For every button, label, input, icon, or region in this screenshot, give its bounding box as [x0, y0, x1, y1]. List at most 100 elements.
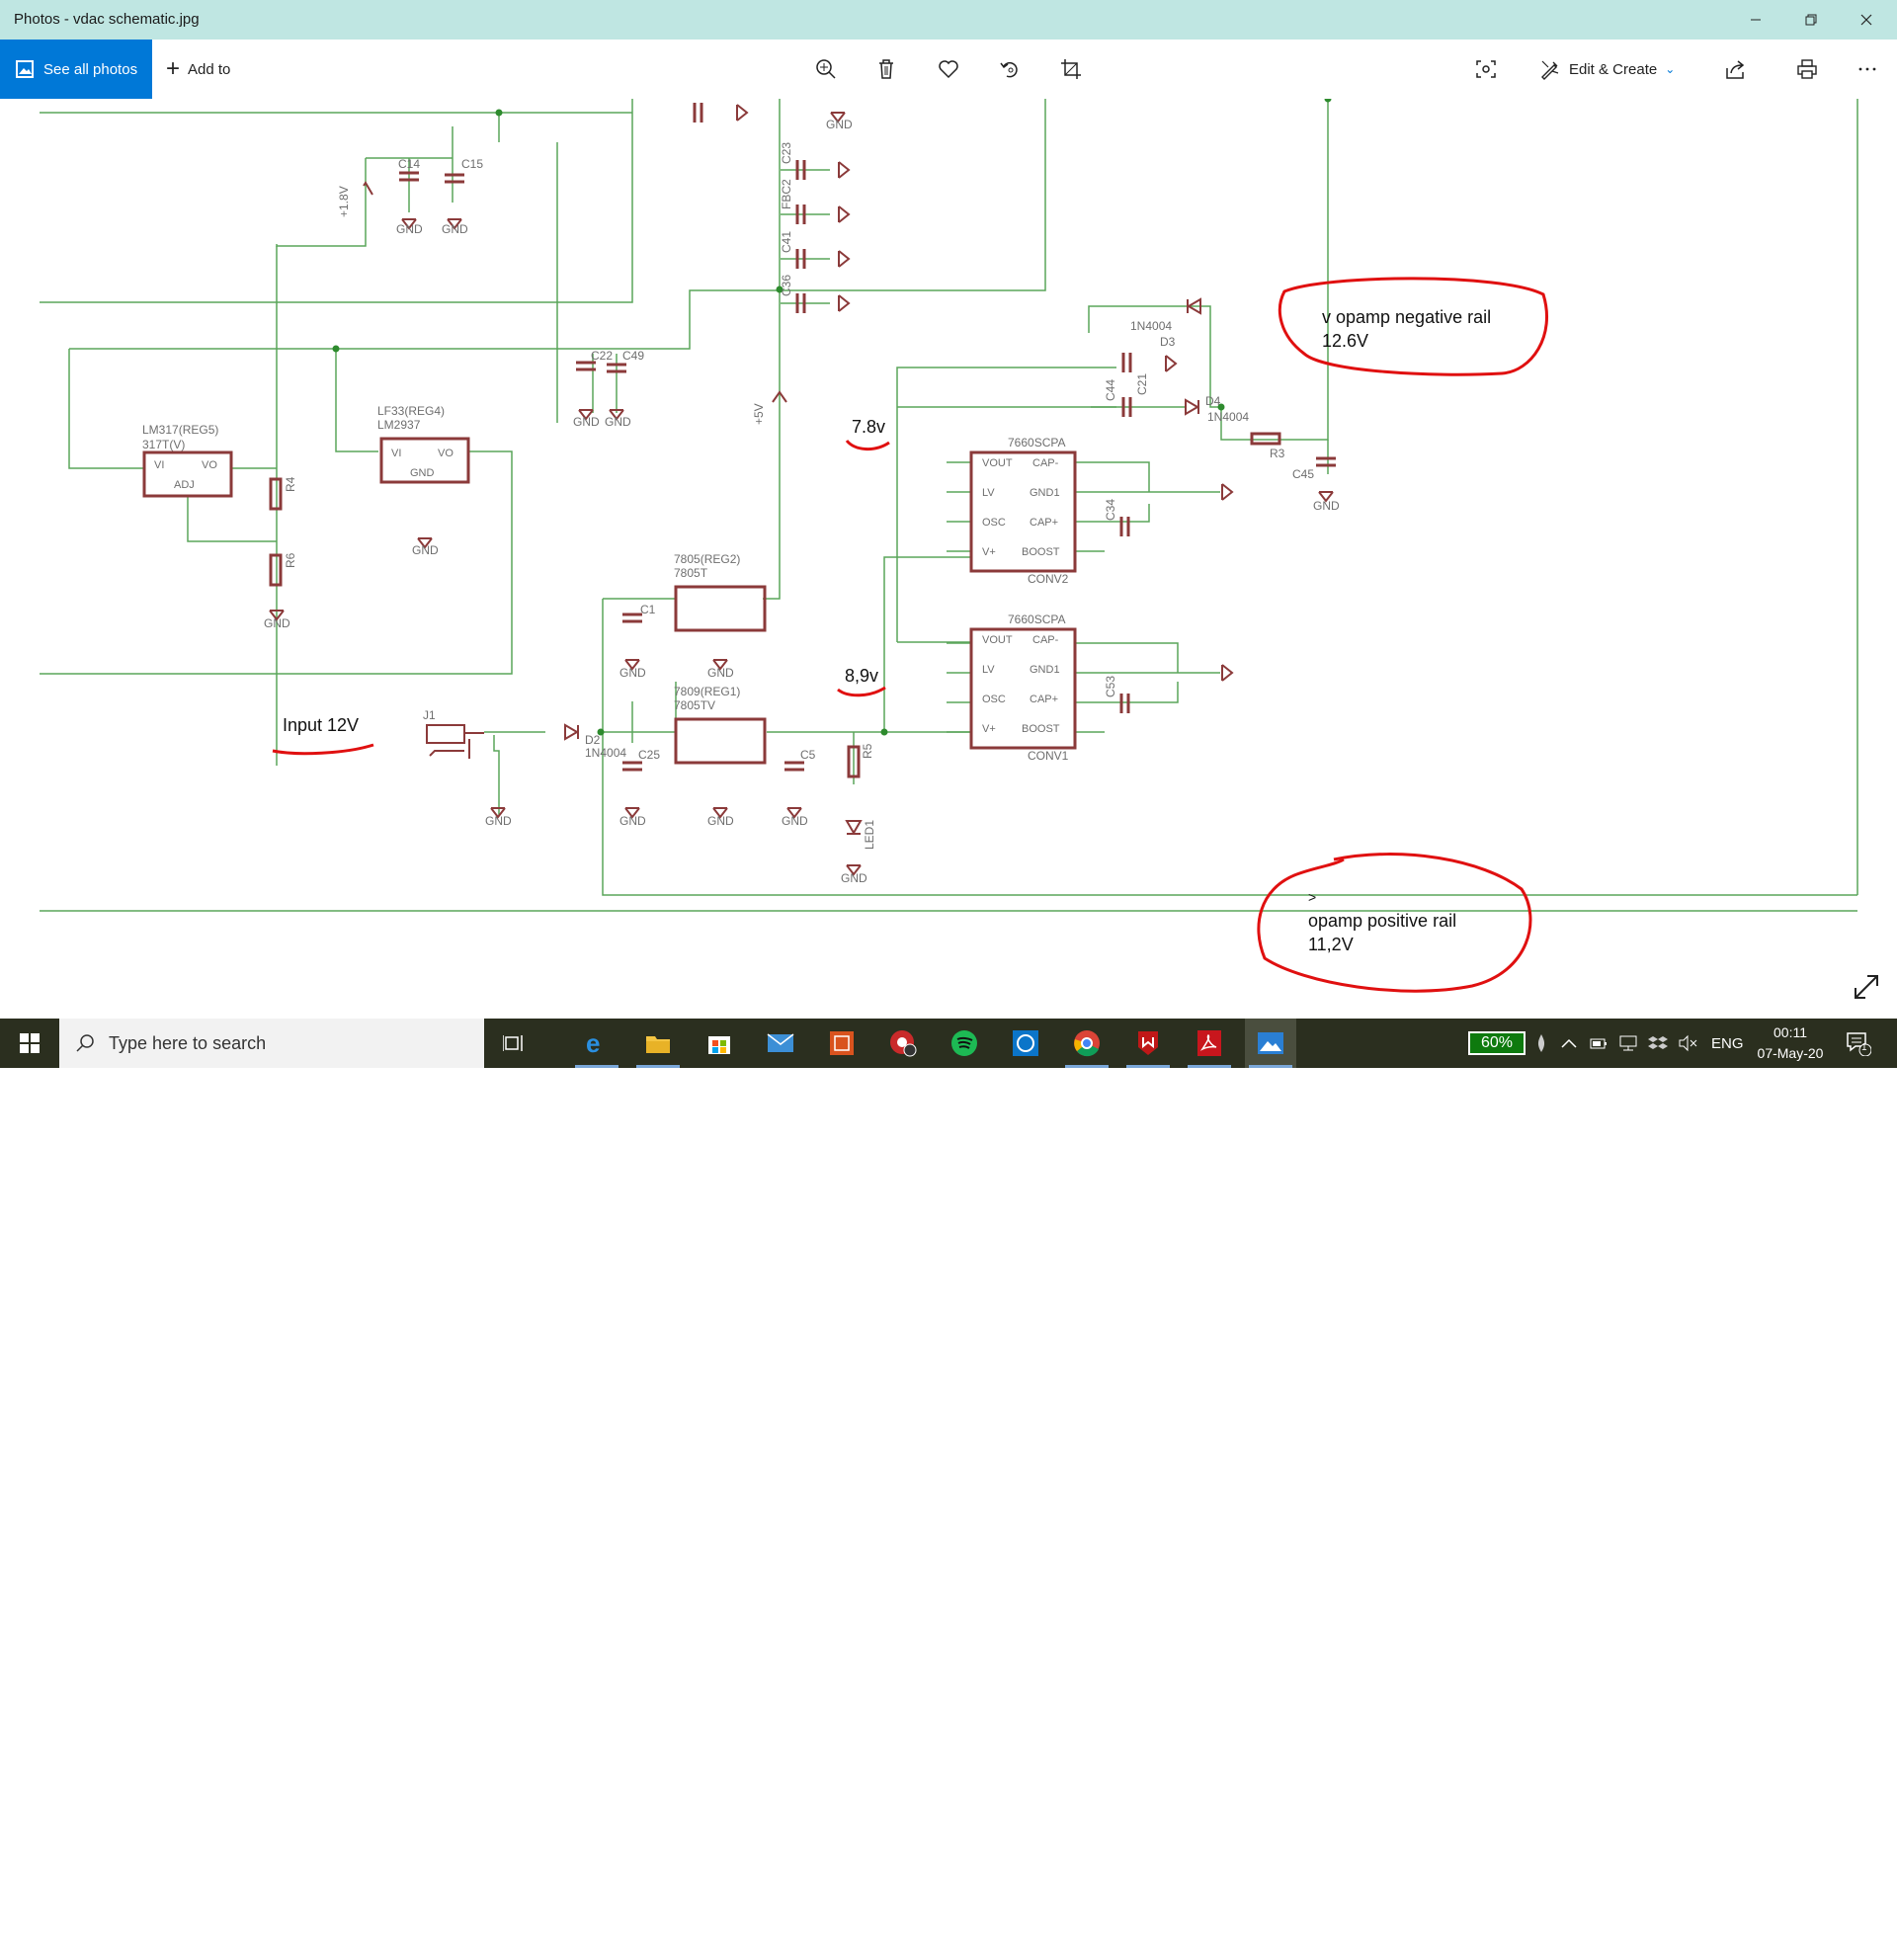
- more-icon: [1858, 67, 1876, 71]
- minimize-button[interactable]: [1733, 0, 1778, 40]
- conv1-pin-gnd1: GND1: [1030, 664, 1060, 676]
- battery-indicator[interactable]: 60%: [1468, 1031, 1526, 1055]
- gnd-label: GND: [826, 118, 853, 131]
- v78-annotation: 7.8v: [852, 417, 885, 437]
- conv2-pin-osc: OSC: [982, 517, 1006, 529]
- reg4-name: LF33(REG4): [377, 404, 445, 418]
- start-button[interactable]: [0, 1019, 59, 1068]
- see-all-label: See all photos: [43, 60, 138, 78]
- print-button[interactable]: [1789, 51, 1825, 87]
- gnd-label: GND: [485, 814, 512, 828]
- conv1-label: CONV1: [1028, 749, 1069, 763]
- conv2-pin-gnd1: GND1: [1030, 487, 1060, 499]
- close-icon: [1860, 14, 1872, 26]
- pos-rail-line2: 11,2V: [1308, 935, 1354, 954]
- fullscreen-button[interactable]: [1852, 972, 1885, 1006]
- show-hidden-icons-button[interactable]: [1561, 1019, 1577, 1068]
- gnd-label: GND: [264, 616, 290, 630]
- edit-create-button[interactable]: Edit & Create ⌄: [1539, 40, 1675, 99]
- rotate-button[interactable]: [992, 51, 1028, 87]
- battery-tray-button[interactable]: [1589, 1019, 1608, 1068]
- share-icon: [1726, 60, 1745, 79]
- add-to-button[interactable]: + Add to: [166, 40, 230, 99]
- gnd-label: GND: [396, 222, 423, 236]
- conv2-pin-lv: LV: [982, 487, 995, 499]
- gnd-label: GND: [573, 415, 600, 429]
- c23-label: C23: [780, 142, 793, 164]
- mail-button[interactable]: [755, 1019, 806, 1068]
- network-button[interactable]: [1618, 1019, 1638, 1068]
- acrobat-button[interactable]: [1184, 1019, 1235, 1068]
- conv2-pin-capp: CAP+: [1030, 517, 1058, 529]
- reg5-type: 317T(V): [142, 438, 185, 451]
- c15-label: C15: [461, 157, 483, 171]
- spot-fix-button[interactable]: [1468, 51, 1504, 87]
- more-button[interactable]: [1850, 51, 1885, 87]
- acrobat-icon: [1197, 1030, 1221, 1056]
- reg2-type: 7805T: [674, 566, 708, 580]
- power-icon[interactable]: [1535, 1019, 1547, 1068]
- media-recorder-button[interactable]: [877, 1019, 929, 1068]
- conv2-pin-vplus: V+: [982, 546, 996, 558]
- store-button[interactable]: [694, 1019, 745, 1068]
- d2-type: 1N4004: [585, 746, 626, 760]
- c14-label: C14: [398, 157, 420, 171]
- chrome-button[interactable]: [1061, 1019, 1113, 1068]
- conv1-pin-lv: LV: [982, 664, 995, 676]
- language-indicator[interactable]: ENG: [1711, 1019, 1744, 1068]
- pos-rail-line1: opamp positive rail: [1308, 911, 1456, 931]
- c34-label: C34: [1104, 499, 1117, 521]
- share-button[interactable]: [1717, 51, 1753, 87]
- d4-label: D4: [1205, 394, 1221, 408]
- v89-annotation: 8,9v: [845, 666, 878, 686]
- c53-label: C53: [1104, 676, 1117, 697]
- conv2-title: 7660SCPA: [1008, 436, 1065, 449]
- task-view-button[interactable]: [488, 1019, 539, 1068]
- file-explorer-button[interactable]: [632, 1019, 684, 1068]
- see-all-photos-button[interactable]: See all photos: [0, 40, 152, 99]
- crop-button[interactable]: [1053, 51, 1089, 87]
- edge-button[interactable]: e: [571, 1019, 622, 1068]
- close-button[interactable]: [1844, 0, 1889, 40]
- action-center-button[interactable]: 1: [1846, 1019, 1871, 1068]
- c22-label: C22: [591, 349, 613, 363]
- photo-app-button[interactable]: [816, 1019, 867, 1068]
- plus-icon: +: [166, 55, 181, 82]
- whatsapp-button[interactable]: [1000, 1019, 1051, 1068]
- spotify-button[interactable]: [939, 1019, 990, 1068]
- gnd-label: GND: [1313, 499, 1340, 513]
- clock[interactable]: 00:11 07-May-20: [1747, 1022, 1834, 1064]
- spotify-icon: [951, 1030, 977, 1056]
- reg5-pin-vo: VO: [202, 459, 217, 471]
- junctions: [332, 99, 1332, 736]
- photo-viewer[interactable]: LM317(REG5) 317T(V) VI VO ADJ LF33(REG4)…: [0, 99, 1897, 1019]
- whatsapp-icon: [1013, 1030, 1038, 1056]
- neg-rail-line2: 12.6V: [1322, 331, 1368, 351]
- zoom-icon: [816, 59, 836, 79]
- reg5-pin-vi: VI: [154, 459, 164, 471]
- dropbox-button[interactable]: [1648, 1019, 1668, 1068]
- input-12v-annotation: Input 12V: [283, 715, 359, 735]
- flame-icon: [1537, 1034, 1545, 1052]
- mcafee-button[interactable]: [1122, 1019, 1174, 1068]
- restore-button[interactable]: [1788, 0, 1834, 40]
- notification-icon: [1847, 1032, 1871, 1056]
- conv1-pin-capm: CAP-: [1032, 634, 1059, 646]
- favorite-icon: [939, 60, 958, 79]
- delete-button[interactable]: [868, 51, 904, 87]
- conv2-label: CONV2: [1028, 572, 1069, 586]
- gnd-label: GND: [619, 666, 646, 680]
- print-icon: [1797, 59, 1817, 79]
- taskbar-search[interactable]: Type here to search: [59, 1019, 484, 1068]
- favorite-button[interactable]: [931, 51, 966, 87]
- photos-taskbar-button[interactable]: [1245, 1019, 1296, 1068]
- battery-icon: [1590, 1038, 1607, 1049]
- zoom-button[interactable]: [808, 51, 844, 87]
- reg1-name: 7809(REG1): [674, 685, 740, 698]
- expand-icon: [1855, 975, 1878, 999]
- search-icon: [76, 1034, 94, 1052]
- gnd-label: GND: [442, 222, 468, 236]
- j1-label: J1: [423, 708, 436, 722]
- mail-icon: [767, 1033, 794, 1052]
- volume-button[interactable]: [1678, 1019, 1697, 1068]
